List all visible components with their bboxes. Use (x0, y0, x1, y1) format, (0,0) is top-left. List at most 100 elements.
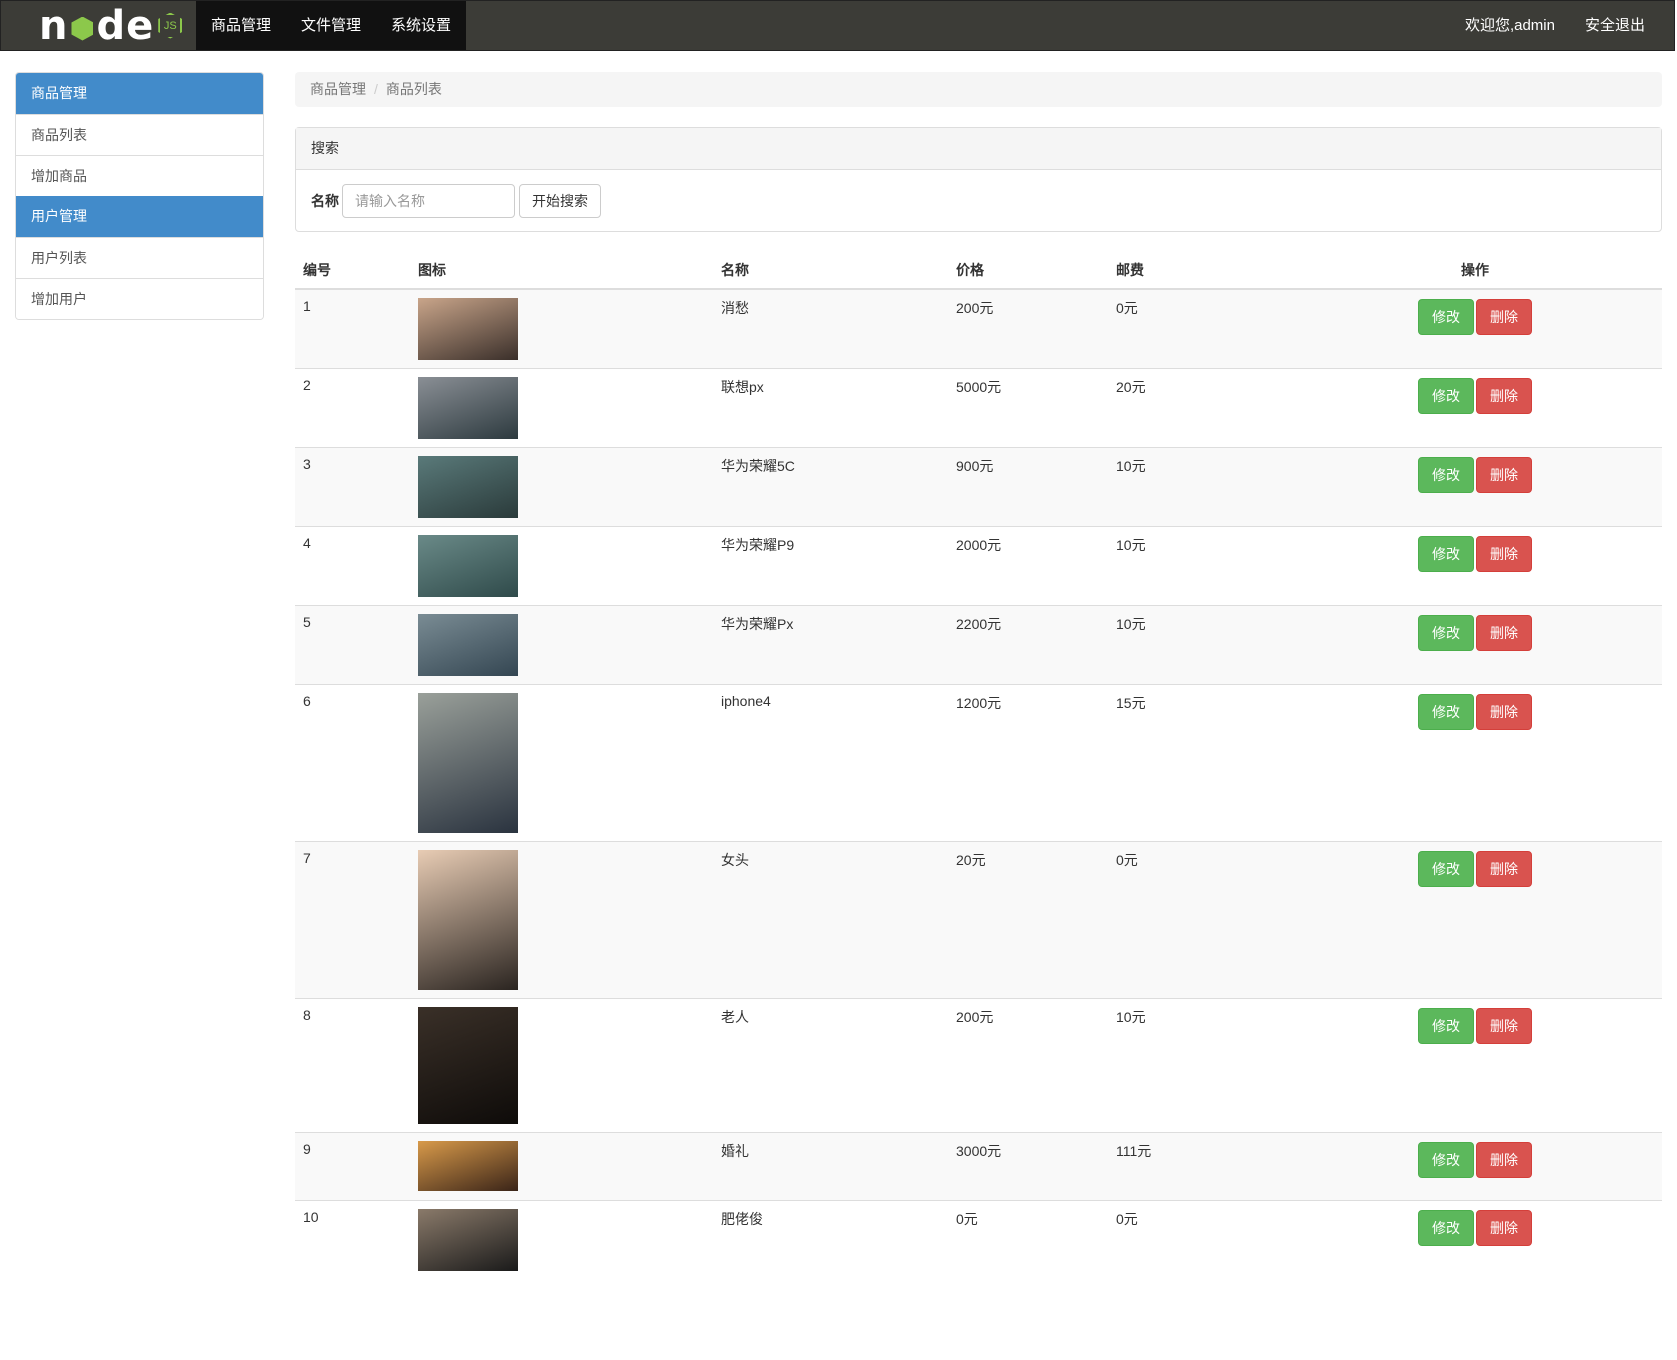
header-price: 价格 (948, 252, 1108, 290)
cell-name: 华为荣耀5C (713, 447, 948, 527)
cell-price: 900元 (948, 447, 1108, 527)
logo-text-n: n (39, 2, 69, 49)
cell-postage: 0元 (1108, 841, 1288, 999)
product-thumbnail (418, 1141, 518, 1191)
delete-button[interactable]: 删除 (1476, 378, 1532, 414)
sidebar-item-goods-list[interactable]: 商品列表 (16, 114, 263, 155)
cell-actions: 修改 删除 (1288, 288, 1662, 369)
header-postage: 邮费 (1108, 252, 1288, 290)
goods-table: 编号 图标 名称 价格 邮费 操作 1 消愁 200元 0元 修改 删除 2 联想px 5000… (295, 252, 1662, 1279)
table-row: 1 消愁 200元 0元 修改 删除 (295, 288, 1662, 369)
nodejs-logo[interactable]: n de JS (1, 0, 196, 51)
table-row: 6 iphone4 1200元 15元 修改 删除 (295, 684, 1662, 842)
logout-link[interactable]: 安全退出 (1570, 1, 1660, 50)
cell-actions: 修改 删除 (1288, 605, 1662, 685)
delete-button[interactable]: 删除 (1476, 1008, 1532, 1044)
table-row: 3 华为荣耀5C 900元 10元 修改 删除 (295, 447, 1662, 527)
sidebar-item-add-user[interactable]: 增加用户 (16, 278, 263, 319)
product-thumbnail (418, 850, 518, 990)
welcome-text: 欢迎您,admin (1464, 17, 1555, 34)
cell-postage: 10元 (1108, 447, 1288, 527)
delete-button[interactable]: 删除 (1476, 457, 1532, 493)
delete-button[interactable]: 删除 (1476, 1142, 1532, 1178)
cell-postage: 10元 (1108, 526, 1288, 606)
edit-button[interactable]: 修改 (1418, 378, 1474, 414)
edit-button[interactable]: 修改 (1418, 536, 1474, 572)
cell-id: 10 (295, 1200, 410, 1279)
cell-actions: 修改 删除 (1288, 841, 1662, 999)
delete-button[interactable]: 删除 (1476, 615, 1532, 651)
cell-icon (410, 998, 713, 1133)
edit-button[interactable]: 修改 (1418, 457, 1474, 493)
menu-goods-management[interactable]: 商品管理 (196, 1, 286, 50)
cell-price: 0元 (948, 1200, 1108, 1279)
product-thumbnail (418, 377, 518, 439)
product-thumbnail (418, 614, 518, 676)
cell-icon (410, 1200, 713, 1279)
delete-button[interactable]: 删除 (1476, 1210, 1532, 1246)
breadcrumb-item-goods-management[interactable]: 商品管理 (310, 81, 366, 97)
cell-name: iphone4 (713, 684, 948, 842)
search-button[interactable]: 开始搜索 (519, 184, 601, 218)
delete-button[interactable]: 删除 (1476, 694, 1532, 730)
cell-id: 3 (295, 447, 410, 527)
search-input[interactable] (342, 184, 515, 218)
cell-icon (410, 368, 713, 448)
delete-button[interactable]: 删除 (1476, 299, 1532, 335)
cell-icon (410, 605, 713, 685)
sidebar-item-add-goods[interactable]: 增加商品 (16, 155, 263, 196)
cell-postage: 15元 (1108, 684, 1288, 842)
edit-button[interactable]: 修改 (1418, 694, 1474, 730)
menu-file-management[interactable]: 文件管理 (286, 1, 376, 50)
cell-actions: 修改 删除 (1288, 368, 1662, 448)
cell-price: 200元 (948, 288, 1108, 369)
table-row: 4 华为荣耀P9 2000元 10元 修改 删除 (295, 526, 1662, 606)
table-row: 7 女头 20元 0元 修改 删除 (295, 841, 1662, 999)
cell-actions: 修改 删除 (1288, 1200, 1662, 1279)
edit-button[interactable]: 修改 (1418, 1210, 1474, 1246)
edit-button[interactable]: 修改 (1418, 1142, 1474, 1178)
cell-name: 老人 (713, 998, 948, 1133)
cell-actions: 修改 删除 (1288, 1132, 1662, 1201)
product-thumbnail (418, 1007, 518, 1124)
header-actions: 操作 (1288, 252, 1662, 290)
edit-button[interactable]: 修改 (1418, 299, 1474, 335)
table-row: 2 联想px 5000元 20元 修改 删除 (295, 368, 1662, 448)
main-content: 商品管理 / 商品列表 搜索 名称 开始搜索 编号 图标 名称 价格 邮费 操作 1… (295, 72, 1662, 1279)
delete-button[interactable]: 删除 (1476, 536, 1532, 572)
sidebar-group-goods[interactable]: 商品管理 (16, 73, 263, 114)
cell-name: 联想px (713, 368, 948, 448)
sidebar-group-users[interactable]: 用户管理 (16, 196, 263, 237)
cell-id: 6 (295, 684, 410, 842)
edit-button[interactable]: 修改 (1418, 1008, 1474, 1044)
header-name: 名称 (713, 252, 948, 290)
delete-button[interactable]: 删除 (1476, 851, 1532, 887)
table-row: 8 老人 200元 10元 修改 删除 (295, 998, 1662, 1133)
cell-actions: 修改 删除 (1288, 447, 1662, 527)
sidebar-menu: 商品管理 商品列表 增加商品 用户管理 用户列表 增加用户 (15, 72, 264, 320)
cell-id: 5 (295, 605, 410, 685)
cell-name: 华为荣耀P9 (713, 526, 948, 606)
menu-system-settings[interactable]: 系统设置 (376, 1, 466, 50)
cell-id: 7 (295, 841, 410, 999)
cell-id: 1 (295, 288, 410, 369)
cell-icon (410, 288, 713, 369)
cell-id: 9 (295, 1132, 410, 1201)
cell-name: 肥佬俊 (713, 1200, 948, 1279)
cell-postage: 0元 (1108, 288, 1288, 369)
cell-postage: 20元 (1108, 368, 1288, 448)
breadcrumb-separator: / (374, 81, 378, 97)
top-navbar: n de JS 商品管理 文件管理 系统设置 欢迎您,admin 安全退出 (0, 0, 1675, 51)
cell-price: 5000元 (948, 368, 1108, 448)
cell-actions: 修改 删除 (1288, 684, 1662, 842)
cell-postage: 10元 (1108, 998, 1288, 1133)
sidebar-item-user-list[interactable]: 用户列表 (16, 237, 263, 278)
cell-icon (410, 841, 713, 999)
edit-button[interactable]: 修改 (1418, 851, 1474, 887)
table-row: 5 华为荣耀Px 2200元 10元 修改 删除 (295, 605, 1662, 685)
cell-icon (410, 684, 713, 842)
cell-icon (410, 1132, 713, 1201)
cell-id: 8 (295, 998, 410, 1133)
edit-button[interactable]: 修改 (1418, 615, 1474, 651)
sidebar: 商品管理 商品列表 增加商品 用户管理 用户列表 增加用户 (15, 72, 264, 320)
